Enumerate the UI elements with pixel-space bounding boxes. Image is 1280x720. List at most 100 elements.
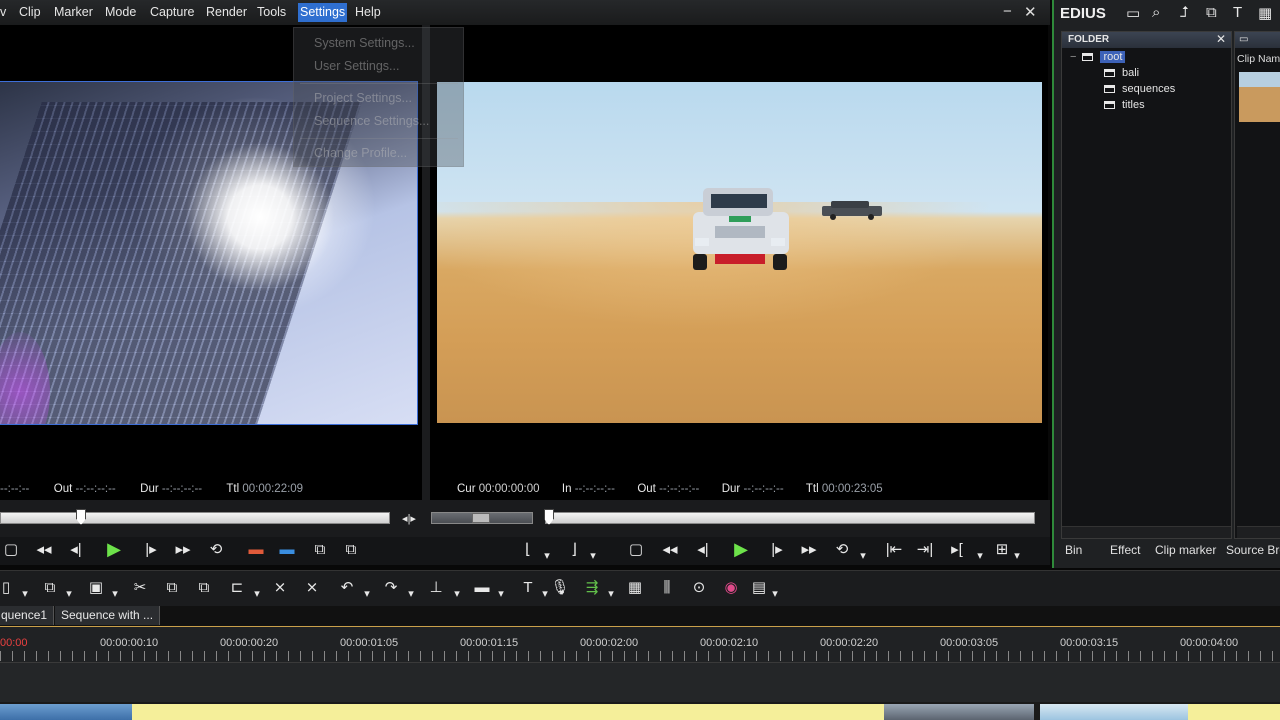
audio-mixer-icon[interactable]: ⫼ [656, 579, 678, 597]
timeline-clip[interactable] [132, 704, 884, 720]
sync-clip-icon[interactable]: ⧉ [338, 541, 364, 559]
redo-dropdown-icon[interactable]: ▾ [406, 585, 416, 603]
tab-sequence-with[interactable]: Sequence with ... [55, 606, 161, 625]
search-icon[interactable]: ⌕ [1152, 4, 1160, 21]
timeline-ruler[interactable]: 00:00 00:00:00:10 00:00:00:20 00:00:01:0… [0, 626, 1280, 662]
transition-dropdown-icon[interactable]: ▾ [452, 585, 462, 603]
prev-edit-icon[interactable]: |⇤ [882, 541, 906, 559]
record-fast-forward-icon[interactable]: ▸▸ [795, 541, 823, 559]
layout-dropdown-icon[interactable]: ▾ [770, 585, 780, 603]
output-dropdown-icon[interactable]: ▾ [1012, 547, 1022, 565]
cut-icon[interactable]: ✂ [130, 579, 150, 597]
menu-mode[interactable]: Mode [105, 5, 136, 19]
fast-forward-icon[interactable]: ▸▸ [169, 541, 197, 559]
clip-scrollbar[interactable] [1237, 526, 1280, 538]
user-settings-item[interactable]: User Settings... [314, 59, 399, 73]
insert-to-timeline-icon[interactable]: ▬ [244, 541, 268, 559]
sequence-settings-item[interactable]: Sequence Settings... [314, 114, 429, 128]
trim-dropdown-icon[interactable]: ▾ [975, 547, 985, 565]
timeline-clip[interactable] [1040, 704, 1188, 720]
open-project-icon[interactable]: ⧉ [40, 579, 60, 597]
tree-item-titles[interactable]: titles [1104, 99, 1145, 111]
replace-clip-icon[interactable]: ⧉ [307, 541, 333, 559]
save-dropdown-icon[interactable]: ▾ [110, 585, 120, 603]
output-icon[interactable]: ⊞ [990, 541, 1014, 559]
project-settings-item[interactable]: Project Settings... [314, 91, 412, 105]
paste-icon[interactable]: ⧉ [194, 579, 214, 597]
record-step-forward-icon[interactable]: |▸ [765, 541, 789, 559]
tab-effect[interactable]: Effect [1110, 543, 1140, 557]
timeline-track-empty[interactable] [0, 662, 1280, 702]
minimize-button[interactable]: − [1003, 3, 1012, 20]
up-folder-icon[interactable]: ⮥ [1180, 4, 1189, 21]
timeline-clip[interactable] [0, 704, 132, 720]
record-step-back-icon[interactable]: ◂| [691, 541, 715, 559]
add-transition-icon[interactable]: ⊥ [424, 579, 448, 597]
title-icon[interactable]: T [1233, 4, 1242, 21]
menu-capture[interactable]: Capture [150, 5, 194, 19]
clip-name-column[interactable]: Clip Name [1237, 53, 1280, 65]
system-settings-item[interactable]: System Settings... [314, 36, 415, 50]
save-icon[interactable]: ▣ [86, 579, 106, 597]
record-stop-icon[interactable]: ▢ [626, 541, 646, 559]
new-sequence-dropdown-icon[interactable]: ▾ [20, 585, 30, 603]
redo-icon[interactable]: ↷ [380, 579, 402, 597]
trim-icon[interactable]: ▸[ [945, 541, 969, 559]
folder-icon[interactable]: ▭ [1126, 4, 1140, 22]
record-position-slider[interactable] [545, 512, 1035, 524]
menu-help[interactable]: Help [355, 5, 381, 19]
export-dropdown-icon[interactable]: ▾ [606, 585, 616, 603]
tree-item-bali[interactable]: bali [1104, 67, 1139, 79]
next-edit-icon[interactable]: ⇥| [913, 541, 937, 559]
link-toggle-icon[interactable]: ◂|▸ [398, 510, 420, 528]
shuttle-handle[interactable] [472, 513, 490, 523]
record-video-frame[interactable] [437, 82, 1042, 423]
title-dropdown-icon[interactable]: ▾ [540, 585, 550, 603]
insert-mode-icon[interactable]: ⊏ [226, 579, 248, 597]
undo-icon[interactable]: ↶ [336, 579, 358, 597]
delete-icon[interactable]: ⨯ [268, 579, 292, 597]
layout-icon[interactable]: ▤ [748, 579, 770, 597]
record-loop-icon[interactable]: ⟲ [831, 541, 853, 559]
play-icon[interactable]: ▶ [102, 540, 126, 558]
color-correction-icon[interactable]: ◉ [720, 579, 742, 597]
step-forward-icon[interactable]: |▸ [139, 541, 163, 559]
voice-over-icon[interactable]: 🎙 [550, 579, 570, 597]
add-clip-icon[interactable]: ⧉ [1206, 4, 1217, 21]
overwrite-to-timeline-icon[interactable]: ▬ [275, 541, 299, 559]
create-title-icon[interactable]: T [516, 579, 540, 597]
tab-clip-marker[interactable]: Clip marker [1155, 543, 1216, 557]
export-icon[interactable]: ⇶ [580, 579, 604, 597]
source-position-slider[interactable] [0, 512, 390, 524]
menu-view[interactable]: v [0, 5, 6, 19]
record-loop-dropdown-icon[interactable]: ▾ [858, 547, 868, 565]
timeline-clip[interactable] [884, 704, 1034, 720]
undo-dropdown-icon[interactable]: ▾ [362, 585, 372, 603]
set-in-dropdown-icon[interactable]: ▾ [542, 547, 552, 565]
change-profile-item[interactable]: Change Profile... [314, 146, 407, 160]
close-folder-panel-icon[interactable]: ✕ [1216, 32, 1226, 46]
record-play-icon[interactable]: ▶ [729, 540, 753, 558]
menu-settings[interactable]: Settings [298, 3, 348, 22]
snapshot-icon[interactable]: ⊙ [688, 579, 710, 597]
grid-view-icon[interactable]: ▦ [624, 579, 646, 597]
open-dropdown-icon[interactable]: ▾ [64, 585, 74, 603]
menu-marker[interactable]: Marker [54, 5, 93, 19]
stop-icon[interactable]: ▢ [2, 541, 20, 559]
close-button[interactable]: ✕ [1024, 3, 1037, 21]
tab-bin[interactable]: Bin [1065, 543, 1082, 557]
color-bars-icon[interactable]: ▦ [1258, 4, 1272, 22]
insert-mode-dropdown-icon[interactable]: ▾ [252, 585, 262, 603]
loop-icon[interactable]: ⟲ [205, 541, 227, 559]
menu-render[interactable]: Render [206, 5, 247, 19]
record-rewind-icon[interactable]: ◂◂ [656, 541, 684, 559]
new-sequence-icon[interactable]: ▯ [0, 579, 14, 597]
set-in-icon[interactable]: ⌊ [517, 541, 539, 559]
mixer-dropdown-icon[interactable]: ▾ [496, 585, 506, 603]
rewind-icon[interactable]: ◂◂ [30, 541, 58, 559]
step-back-icon[interactable]: ◂| [64, 541, 88, 559]
menu-clip[interactable]: Clip [19, 5, 41, 19]
copy-icon[interactable]: ⧉ [162, 579, 182, 597]
tree-item-sequences[interactable]: sequences [1104, 83, 1175, 95]
ripple-delete-icon[interactable]: ⨯ [300, 579, 324, 597]
